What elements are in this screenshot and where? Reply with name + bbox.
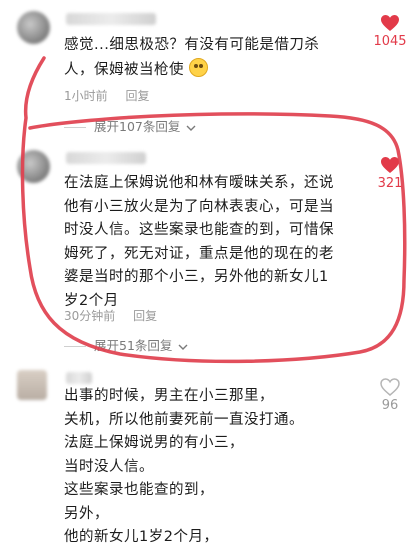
comment-text: 出事的时候，男主在小三那里， 关机，所以他前妻死前一直没打通。 法庭上保姆说男的… xyxy=(64,385,364,550)
avatar[interactable] xyxy=(17,150,50,183)
comment-line: 当时没人信。 xyxy=(64,458,154,475)
comment-line: 这些案录也能查的到， xyxy=(64,482,214,498)
divider-line xyxy=(64,127,86,128)
comment-line: 关机，所以他前妻死前一直没打通。 xyxy=(64,411,304,428)
heart-icon xyxy=(381,157,399,173)
timestamp: 1小时前 xyxy=(64,89,108,103)
heart-icon xyxy=(381,15,399,31)
like-button[interactable]: 1045 xyxy=(370,14,407,49)
username-blurred[interactable] xyxy=(66,13,156,25)
expand-replies-button[interactable]: 展开107条回复 xyxy=(64,116,196,135)
avatar[interactable] xyxy=(17,370,47,400)
comment-line: 感觉...细思极恐？有没有可能是借刀杀 xyxy=(64,37,320,53)
comment-line: 在法庭上保姆说他和林有暧昧关系，还说 xyxy=(64,175,334,191)
like-button[interactable]: 96 xyxy=(370,378,407,413)
comment-text: 在法庭上保姆说他和林有暧昧关系，还说 他有小三放火是为了向林表衷心，可是当 时没… xyxy=(64,172,374,313)
chevron-down-icon xyxy=(178,344,188,350)
username-blurred[interactable] xyxy=(66,372,92,384)
worried-face-emoji xyxy=(189,57,209,77)
like-button[interactable]: 321 xyxy=(370,156,407,191)
avatar[interactable] xyxy=(17,11,50,44)
expand-replies-button[interactable]: 展开51条回复 xyxy=(64,335,188,354)
comment-line: 人，保姆被当枪使 xyxy=(64,57,374,83)
username-blurred[interactable] xyxy=(66,152,146,164)
reply-button[interactable]: 回复 xyxy=(133,309,157,323)
divider-line xyxy=(64,346,86,347)
reply-button[interactable]: 回复 xyxy=(125,89,149,103)
comment-line: 法庭上保姆说男的有小三， xyxy=(64,435,244,451)
like-count: 1045 xyxy=(373,34,407,49)
comment-line: 另外， xyxy=(64,505,109,522)
comment-line: 他的新女儿1岁2个月， xyxy=(64,529,219,545)
like-count: 96 xyxy=(381,398,399,413)
comment-line: 时没人信。这些案录也能查的到，可惜保 xyxy=(64,222,334,238)
timestamp: 30分钟前 xyxy=(64,309,116,323)
comment-text: 感觉...细思极恐？有没有可能是借刀杀 人，保姆被当枪使 xyxy=(64,34,374,82)
comment-line: 出事的时候，男主在小三那里， xyxy=(64,388,274,404)
comment-line: 婆是当时的那个小三，另外他的新女儿1 xyxy=(64,269,329,285)
expand-label: 展开107条回复 xyxy=(94,119,181,134)
like-count: 321 xyxy=(377,176,403,191)
comment-line: 他有小三放火是为了向林表衷心，可是当 xyxy=(64,198,334,215)
expand-label: 展开51条回复 xyxy=(94,338,173,353)
heart-icon xyxy=(380,378,400,396)
comment-meta: 30分钟前 回复 xyxy=(64,307,157,324)
comment-line: 姆死了，死无对证，重点是他的现在的老 xyxy=(64,245,334,262)
comment-meta: 1小时前 回复 xyxy=(64,87,149,104)
chevron-down-icon xyxy=(186,125,196,131)
